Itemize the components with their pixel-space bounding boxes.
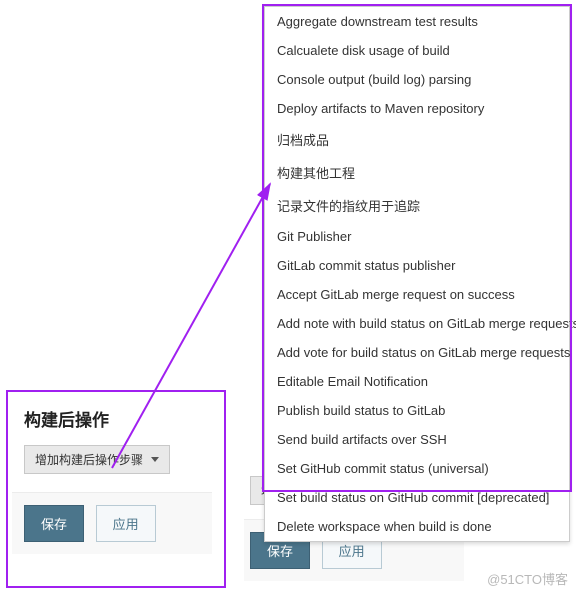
menu-item[interactable]: Accept GitLab merge request on success — [265, 280, 569, 309]
menu-item[interactable]: Send build artifacts over SSH — [265, 425, 569, 454]
save-button[interactable]: 保存 — [24, 505, 84, 542]
watermark: @51CTO博客 — [487, 569, 568, 588]
menu-item[interactable]: Delete workspace when build is done — [265, 512, 569, 541]
menu-item[interactable]: Console output (build log) parsing — [265, 65, 569, 94]
menu-item[interactable]: 记录文件的指纹用于追踪 — [265, 189, 569, 222]
apply-button[interactable]: 应用 — [96, 505, 156, 542]
menu-item[interactable]: Set build status on GitHub commit [depre… — [265, 483, 569, 512]
add-post-build-step-label: 增加构建后操作步骤 — [35, 451, 143, 468]
menu-item[interactable]: Publish build status to GitLab — [265, 396, 569, 425]
menu-item[interactable]: Set GitHub commit status (universal) — [265, 454, 569, 483]
menu-item[interactable]: Deploy artifacts to Maven repository — [265, 94, 569, 123]
add-post-build-step-button[interactable]: 增加构建后操作步骤 — [24, 445, 170, 474]
menu-item[interactable]: 构建其他工程 — [265, 156, 569, 189]
section-title: 构建后操作 — [24, 406, 212, 431]
menu-item[interactable]: GitLab commit status publisher — [265, 251, 569, 280]
menu-item[interactable]: 归档成品 — [265, 123, 569, 156]
menu-item[interactable]: Git Publisher — [265, 222, 569, 251]
button-bar: 保存 应用 — [12, 492, 212, 554]
menu-item[interactable]: Aggregate downstream test results — [265, 7, 569, 36]
post-build-steps-dropdown[interactable]: Aggregate downstream test resultsCalcual… — [264, 6, 570, 542]
menu-item[interactable]: Add vote for build status on GitLab merg… — [265, 338, 569, 367]
menu-item[interactable]: Add note with build status on GitLab mer… — [265, 309, 569, 338]
chevron-down-icon — [151, 457, 159, 462]
post-build-panel: 构建后操作 增加构建后操作步骤 保存 应用 — [12, 394, 212, 554]
menu-item[interactable]: Editable Email Notification — [265, 367, 569, 396]
menu-item[interactable]: Calcualete disk usage of build — [265, 36, 569, 65]
